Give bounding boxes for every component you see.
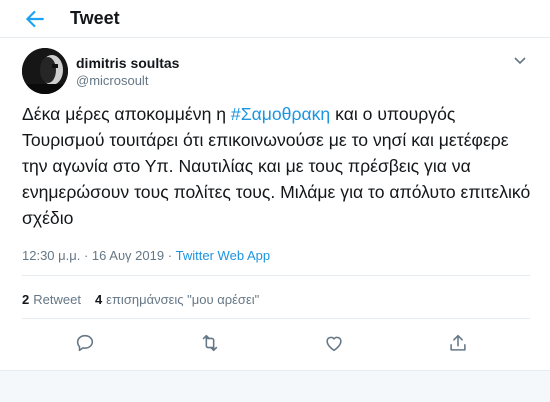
like-icon[interactable] — [323, 332, 345, 354]
avatar[interactable] — [22, 48, 68, 94]
reply-icon[interactable] — [74, 332, 96, 354]
divider — [22, 275, 530, 276]
tweet-text-before: Δέκα μέρες αποκομμένη η — [22, 104, 231, 124]
divider — [22, 318, 530, 319]
top-bar: Tweet — [0, 0, 550, 38]
chevron-down-icon[interactable] — [512, 52, 528, 68]
reply-area-background — [0, 371, 550, 402]
share-icon[interactable] — [447, 332, 469, 354]
retweet-icon[interactable] — [199, 332, 221, 354]
meta-separator: · — [80, 248, 92, 263]
like-label: επισημάνσεις "μου αρέσει" — [106, 292, 260, 307]
back-arrow-icon[interactable] — [22, 6, 48, 32]
tweet-time[interactable]: 12:30 μ.μ. — [22, 248, 80, 263]
tweet-source-link[interactable]: Twitter Web App — [176, 248, 270, 263]
tweet-text: Δέκα μέρες αποκομμένη η #Σαμοθρακη και ο… — [22, 101, 532, 231]
user-name[interactable]: dimitris soultas — [76, 55, 179, 71]
retweet-label: Retweet — [33, 292, 81, 307]
avatar-image — [22, 48, 68, 94]
tweet-date[interactable]: 16 Αυγ 2019 — [92, 248, 164, 263]
retweet-count: 2 — [22, 292, 30, 307]
like-stat[interactable]: 4 επισημάνσεις "μου αρέσει" — [95, 292, 259, 307]
user-handle[interactable]: @microsoult — [76, 73, 148, 88]
page-title: Tweet — [70, 8, 120, 28]
retweet-stat[interactable]: 2 Retweet — [22, 292, 81, 307]
meta-separator: · — [164, 248, 176, 263]
tweet-stats: 2 Retweet 4 επισημάνσεις "μου αρέσει" — [22, 292, 259, 307]
like-count: 4 — [94, 292, 103, 307]
tweet-meta: 12:30 μ.μ. · 16 Αυγ 2019 · Twitter Web A… — [22, 248, 270, 263]
hashtag-link[interactable]: #Σαμοθρακη — [231, 104, 330, 124]
